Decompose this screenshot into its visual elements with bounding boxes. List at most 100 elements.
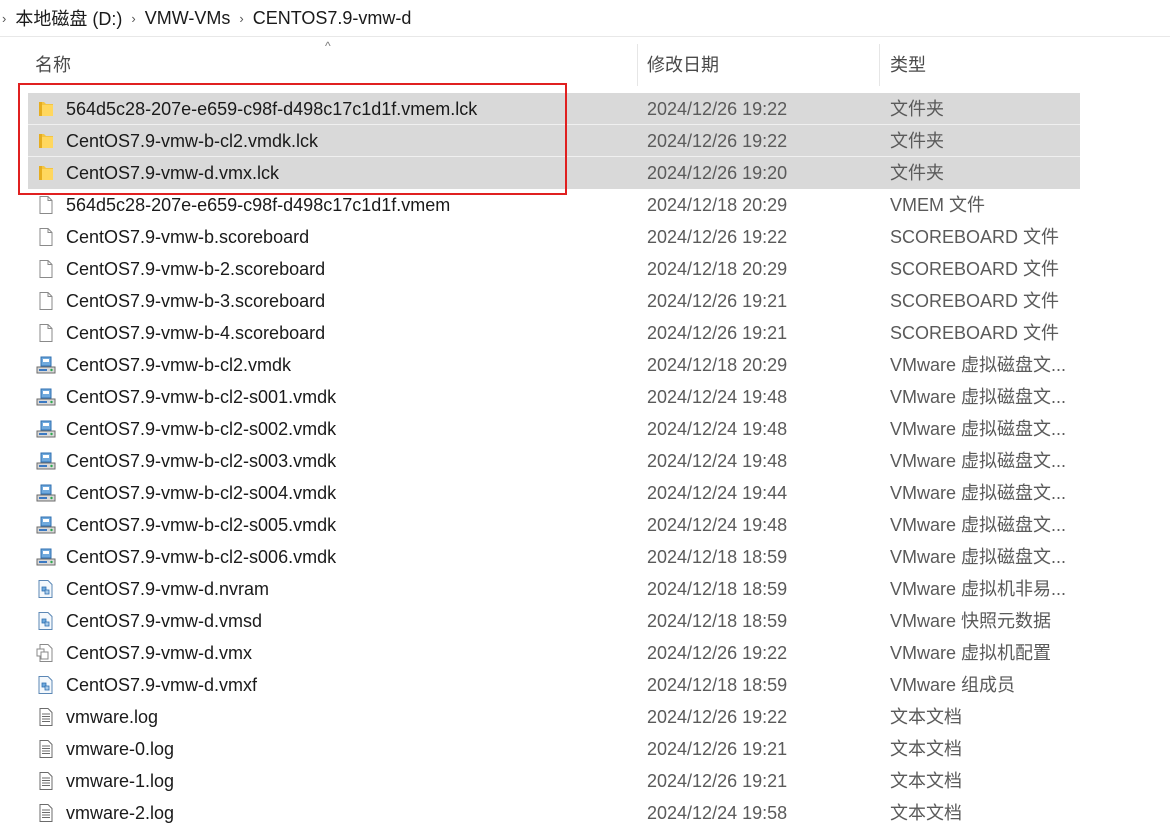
file-row[interactable]: CentOS7.9-vmw-d.vmx 2024/12/26 19:22 VMwar… (28, 637, 1080, 669)
file-name[interactable]: CentOS7.9-vmw-b-cl2.vmdk (66, 349, 291, 381)
file-name[interactable]: 564d5c28-207e-e659-c98f-d498c17c1d1f.vme… (66, 93, 477, 125)
file-name[interactable]: vmware-2.log (66, 797, 174, 829)
file-type: VMware 虚拟磁盘文... (890, 483, 1067, 503)
column-header-type[interactable]: 类型 (880, 44, 1080, 86)
file-row[interactable]: CentOS7.9-vmw-b-cl2-s005.vmdk 2024/12/24 … (28, 509, 1080, 541)
file-type: VMEM 文件 (890, 195, 986, 215)
vmware-file-icon (36, 676, 56, 694)
file-row[interactable]: CentOS7.9-vmw-d.vmx.lck 2024/12/26 19:20 文… (28, 156, 1080, 189)
file-row[interactable]: CentOS7.9-vmw-b-cl2.vmdk.lck 2024/12/26 1… (28, 124, 1080, 157)
file-type: SCOREBOARD 文件 (890, 259, 1060, 279)
file-name[interactable]: CentOS7.9-vmw-d.vmx (66, 637, 252, 669)
file-icon (36, 228, 56, 246)
file-row[interactable]: CentOS7.9-vmw-b-cl2.vmdk 2024/12/18 20:29… (28, 349, 1080, 381)
file-name[interactable]: CentOS7.9-vmw-d.vmxf (66, 669, 257, 701)
file-name[interactable]: CentOS7.9-vmw-b-cl2-s005.vmdk (66, 509, 336, 541)
file-date: 2024/12/26 19:20 (647, 163, 788, 183)
file-name[interactable]: vmware.log (66, 701, 158, 733)
file-name[interactable]: CentOS7.9-vmw-b-cl2-s006.vmdk (66, 541, 336, 573)
file-row[interactable]: CentOS7.9-vmw-b-cl2-s002.vmdk 2024/12/24 … (28, 413, 1080, 445)
file-type: SCOREBOARD 文件 (890, 323, 1060, 343)
file-row[interactable]: vmware.log 2024/12/26 19:22 文本文档 (28, 701, 1080, 733)
text-file-icon (36, 804, 56, 822)
file-date: 2024/12/26 19:21 (647, 739, 788, 759)
file-name[interactable]: CentOS7.9-vmw-d.vmx.lck (66, 157, 279, 189)
vmdk-icon (36, 548, 56, 566)
file-type: VMware 虚拟磁盘文... (890, 451, 1067, 471)
column-header-name[interactable]: 名称 (20, 44, 636, 86)
breadcrumb-chevron-icon[interactable]: › (2, 11, 6, 26)
text-file-icon (36, 708, 56, 726)
file-name[interactable]: CentOS7.9-vmw-b-cl2-s001.vmdk (66, 381, 336, 413)
file-name[interactable]: CentOS7.9-vmw-b-3.scoreboard (66, 285, 325, 317)
file-date: 2024/12/26 19:22 (647, 643, 788, 663)
file-type: VMware 虚拟磁盘文... (890, 515, 1067, 535)
file-type: VMware 虚拟机非易... (890, 579, 1067, 599)
file-row[interactable]: vmware-1.log 2024/12/26 19:21 文本文档 (28, 765, 1080, 797)
file-name[interactable]: vmware-1.log (66, 765, 174, 797)
breadcrumb-chevron-icon[interactable]: › (131, 11, 135, 26)
file-list: 564d5c28-207e-e659-c98f-d498c17c1d1f.vme… (28, 93, 1080, 829)
file-date: 2024/12/24 19:44 (647, 483, 788, 503)
folder-icon (36, 132, 56, 150)
file-name[interactable]: vmware-0.log (66, 733, 174, 765)
file-date: 2024/12/18 18:59 (647, 675, 788, 695)
file-name[interactable]: 564d5c28-207e-e659-c98f-d498c17c1d1f.vme… (66, 189, 450, 221)
file-type: VMware 虚拟机配置 (890, 643, 1052, 663)
file-icon (36, 324, 56, 342)
file-row[interactable]: 564d5c28-207e-e659-c98f-d498c17c1d1f.vme… (28, 93, 1080, 125)
vmdk-icon (36, 484, 56, 502)
file-row[interactable]: vmware-0.log 2024/12/26 19:21 文本文档 (28, 733, 1080, 765)
file-row[interactable]: CentOS7.9-vmw-d.vmsd 2024/12/18 18:59 VMwa… (28, 605, 1080, 637)
file-type: SCOREBOARD 文件 (890, 291, 1060, 311)
vmdk-icon (36, 356, 56, 374)
breadcrumb-item-current[interactable]: CENTOS7.9-vmw-d (253, 8, 412, 29)
vmx-icon (36, 644, 56, 662)
file-date: 2024/12/18 18:59 (647, 547, 788, 567)
file-row[interactable]: 564d5c28-207e-e659-c98f-d498c17c1d1f.vme… (28, 189, 1080, 221)
breadcrumb-chevron-icon[interactable]: › (239, 11, 243, 26)
vmware-file-icon (36, 612, 56, 630)
file-row[interactable]: CentOS7.9-vmw-b-cl2-s001.vmdk 2024/12/24 … (28, 381, 1080, 413)
file-date: 2024/12/24 19:48 (647, 451, 788, 471)
file-row[interactable]: CentOS7.9-vmw-b-cl2-s006.vmdk 2024/12/18 … (28, 541, 1080, 573)
file-name[interactable]: CentOS7.9-vmw-b-cl2-s003.vmdk (66, 445, 336, 477)
file-row[interactable]: CentOS7.9-vmw-b-4.scoreboard 2024/12/26 1… (28, 317, 1080, 349)
file-icon (36, 260, 56, 278)
file-name[interactable]: CentOS7.9-vmw-b-4.scoreboard (66, 317, 325, 349)
file-type: VMware 虚拟磁盘文... (890, 547, 1067, 567)
file-name[interactable]: CentOS7.9-vmw-d.nvram (66, 573, 269, 605)
file-date: 2024/12/18 20:29 (647, 355, 788, 375)
file-name[interactable]: CentOS7.9-vmw-b-2.scoreboard (66, 253, 325, 285)
file-type: 文本文档 (890, 771, 962, 791)
file-icon (36, 292, 56, 310)
file-type: VMware 快照元数据 (890, 611, 1052, 631)
file-row[interactable]: CentOS7.9-vmw-b-3.scoreboard 2024/12/26 1… (28, 285, 1080, 317)
file-row[interactable]: CentOS7.9-vmw-d.nvram 2024/12/18 18:59 VMw… (28, 573, 1080, 605)
file-name[interactable]: CentOS7.9-vmw-d.vmsd (66, 605, 262, 637)
file-row[interactable]: CentOS7.9-vmw-b.scoreboard 2024/12/26 19:… (28, 221, 1080, 253)
file-type: VMware 虚拟磁盘文... (890, 419, 1067, 439)
file-row[interactable]: vmware-2.log 2024/12/24 19:58 文本文档 (28, 797, 1080, 829)
breadcrumb-item-drive[interactable]: 本地磁盘 (D:) (15, 5, 122, 31)
vmdk-icon (36, 516, 56, 534)
file-date: 2024/12/18 18:59 (647, 611, 788, 631)
file-type: 文本文档 (890, 803, 962, 823)
folder-icon (36, 164, 56, 182)
column-header-row: ^ 名称 修改日期 类型 (20, 39, 1080, 86)
file-row[interactable]: CentOS7.9-vmw-b-cl2-s004.vmdk 2024/12/24 … (28, 477, 1080, 509)
file-row[interactable]: CentOS7.9-vmw-b-cl2-s003.vmdk 2024/12/24 … (28, 445, 1080, 477)
file-name[interactable]: CentOS7.9-vmw-b.scoreboard (66, 221, 309, 253)
file-row[interactable]: CentOS7.9-vmw-b-2.scoreboard 2024/12/18 2… (28, 253, 1080, 285)
file-date: 2024/12/18 18:59 (647, 579, 788, 599)
vmware-file-icon (36, 580, 56, 598)
file-type: 文件夹 (890, 99, 944, 119)
file-name[interactable]: CentOS7.9-vmw-b-cl2-s002.vmdk (66, 413, 336, 445)
column-header-date[interactable]: 修改日期 (638, 44, 878, 86)
file-type: 文件夹 (890, 131, 944, 151)
file-row[interactable]: CentOS7.9-vmw-d.vmxf 2024/12/18 18:59 VMwa… (28, 669, 1080, 701)
file-name[interactable]: CentOS7.9-vmw-b-cl2.vmdk.lck (66, 125, 318, 157)
breadcrumb-item-folder[interactable]: VMW-VMs (145, 8, 231, 29)
file-name[interactable]: CentOS7.9-vmw-b-cl2-s004.vmdk (66, 477, 336, 509)
file-date: 2024/12/26 19:22 (647, 131, 788, 151)
